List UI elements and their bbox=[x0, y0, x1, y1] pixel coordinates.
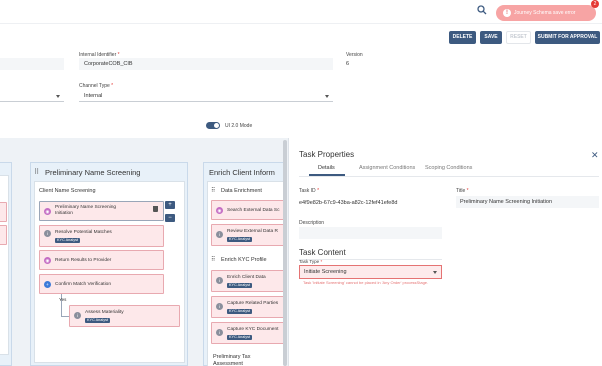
channel-type-label: Channel Type * bbox=[79, 83, 114, 89]
task-card-selected[interactable]: ◉ Preliminary Name Screening Initiation bbox=[39, 201, 164, 221]
error-toast[interactable]: ! Journey Schema save error bbox=[496, 5, 596, 21]
task-card[interactable]: i Capture Related Parties KYC Analyst bbox=[211, 296, 287, 318]
toast-message: Journey Schema save error bbox=[514, 10, 576, 16]
panel-title: Task Properties bbox=[299, 150, 355, 159]
channel-type-select[interactable]: Internal bbox=[79, 90, 333, 102]
tab-details[interactable]: Details bbox=[318, 165, 335, 171]
task-id-label: Task ID * bbox=[299, 188, 320, 194]
info-icon: i bbox=[44, 230, 51, 237]
info-icon: i bbox=[74, 312, 81, 319]
task-label: Preliminary Name Screening Initiation bbox=[55, 205, 117, 216]
task-label: Capture Related Parties bbox=[227, 301, 279, 306]
task-id-value: e4f9e82b-67c9-43ba-a82c-12fef41efe8d bbox=[299, 200, 398, 206]
group-title: Enrich KYC Profile bbox=[221, 257, 267, 263]
task-card[interactable]: + Confirm Match Verification bbox=[39, 274, 164, 294]
role-badge: KYC Analyst bbox=[55, 238, 81, 243]
task-label: Return Results to Provider bbox=[55, 258, 112, 263]
info-icon: i bbox=[216, 329, 223, 336]
tab-assignment-conditions[interactable]: Assignment Conditions bbox=[359, 165, 415, 171]
task-card[interactable]: i Assess Materiality KYC Analyst bbox=[69, 305, 180, 327]
search-icon[interactable] bbox=[477, 5, 487, 15]
task-card[interactable] bbox=[0, 202, 7, 222]
tab-divider bbox=[299, 176, 599, 177]
drag-handle-icon[interactable]: ⠿ bbox=[211, 256, 215, 263]
task-card[interactable]: ◉ Search External Data Sc bbox=[211, 200, 287, 220]
version-label: Version bbox=[346, 52, 363, 58]
info-icon: i bbox=[216, 303, 223, 310]
trash-icon[interactable] bbox=[153, 206, 158, 212]
role-badge: KYC Analyst bbox=[227, 283, 253, 288]
toast-count-badge: 2 bbox=[591, 0, 599, 8]
group-title: Preliminary Tax Assessment bbox=[213, 354, 251, 366]
stage-enrich-client-information[interactable]: Enrich Client Inform ⠿ Data Enrichment ◉… bbox=[203, 162, 287, 366]
task-label: Search External Data Sc bbox=[227, 208, 280, 213]
ui-mode-label: UI 2.0 Mode bbox=[225, 123, 253, 129]
stage-title: Preliminary Name Screening bbox=[45, 168, 141, 177]
chevron-down-icon bbox=[325, 95, 329, 98]
decision-icon: + bbox=[44, 281, 51, 288]
warning-icon: ! bbox=[503, 9, 511, 17]
remove-task-button[interactable]: − bbox=[165, 214, 175, 222]
task-type-icon: ◉ bbox=[44, 208, 51, 215]
submit-for-approval-button[interactable]: SUBMIT FOR APPROVAL bbox=[535, 31, 600, 44]
drag-handle-icon[interactable]: ⠿ bbox=[34, 168, 39, 176]
version-value: 6 bbox=[346, 61, 350, 67]
group-title: Client Name Screening bbox=[39, 188, 96, 194]
stage-partial[interactable] bbox=[0, 162, 12, 366]
stage-preliminary-name-screening[interactable]: ⠿ Preliminary Name Screening Client Name… bbox=[30, 162, 188, 366]
internal-identifier-input[interactable]: CorporateCOB_CIB bbox=[79, 58, 333, 70]
connector-line bbox=[61, 316, 69, 317]
task-label: Confirm Match Verification bbox=[55, 282, 111, 287]
stage-title: Enrich Client Inform bbox=[209, 168, 275, 177]
task-card[interactable] bbox=[0, 225, 7, 245]
task-type-label: Task Type * bbox=[299, 259, 323, 264]
canvas-scrollbar[interactable] bbox=[283, 140, 287, 366]
task-content-title: Task Content bbox=[299, 248, 346, 257]
task-type-icon: ◉ bbox=[44, 257, 51, 264]
chevron-down-icon bbox=[433, 271, 437, 274]
tab-scoping-conditions[interactable]: Scoping Conditions bbox=[425, 165, 472, 171]
task-properties-panel: Task Properties ✕ Details Assignment Con… bbox=[288, 138, 602, 366]
description-input[interactable] bbox=[299, 227, 442, 239]
add-task-button[interactable]: + bbox=[165, 201, 175, 209]
top-bar: ! Journey Schema save error 2 bbox=[0, 0, 602, 24]
task-type-select[interactable]: Initiate Screening bbox=[299, 265, 442, 279]
close-icon[interactable]: ✕ bbox=[591, 150, 599, 161]
title-input[interactable]: Preliminary Name Screening Initiation bbox=[456, 196, 599, 208]
left-field-input[interactable] bbox=[0, 58, 64, 70]
task-label: Resolve Potential Matches bbox=[55, 230, 112, 235]
task-card[interactable]: i Enrich Client Data KYC Analyst bbox=[211, 270, 287, 292]
drag-handle-icon[interactable]: ⠿ bbox=[211, 187, 215, 194]
task-label: Capture KYC Document bbox=[227, 327, 279, 332]
chevron-down-icon bbox=[56, 95, 60, 98]
ui-mode-toggle[interactable] bbox=[206, 122, 220, 129]
info-icon: i bbox=[216, 231, 223, 238]
task-card[interactable]: i Resolve Potential Matches KYC Analyst bbox=[39, 225, 164, 247]
task-type-icon: ◉ bbox=[216, 207, 223, 214]
journey-canvas[interactable]: ⠿ Preliminary Name Screening Client Name… bbox=[0, 138, 288, 366]
title-label: Title * bbox=[456, 188, 469, 194]
task-card[interactable]: i Capture KYC Document KYC Analyst bbox=[211, 322, 287, 344]
branch-label: Yes bbox=[59, 297, 67, 302]
task-label: Enrich Client Data bbox=[227, 275, 266, 280]
group-title: Data Enrichment bbox=[221, 188, 262, 194]
task-label: Assess Materiality bbox=[85, 310, 124, 315]
role-badge: KYC Analyst bbox=[227, 237, 253, 242]
delete-button[interactable]: DELETE bbox=[449, 31, 476, 44]
task-label: Review External Data R bbox=[227, 229, 278, 234]
info-icon: i bbox=[216, 277, 223, 284]
reset-button[interactable]: RESET bbox=[506, 31, 531, 44]
description-label: Description bbox=[299, 220, 325, 226]
task-type-error: Task 'Initiate Screening' cannot be plac… bbox=[303, 280, 429, 285]
role-badge: KYC Analyst bbox=[227, 335, 253, 340]
stage-body: ⠿ Data Enrichment ◉ Search External Data… bbox=[207, 181, 287, 366]
stage-body: Client Name Screening ◉ Preliminary Name… bbox=[34, 181, 185, 363]
role-badge: KYC Analyst bbox=[227, 309, 253, 314]
task-card[interactable]: ◉ Return Results to Provider bbox=[39, 250, 164, 270]
save-button[interactable]: SAVE bbox=[480, 31, 502, 44]
role-badge: KYC Analyst bbox=[85, 318, 111, 323]
left-select[interactable] bbox=[0, 90, 64, 102]
task-card[interactable]: i Review External Data R KYC Analyst bbox=[211, 224, 287, 246]
